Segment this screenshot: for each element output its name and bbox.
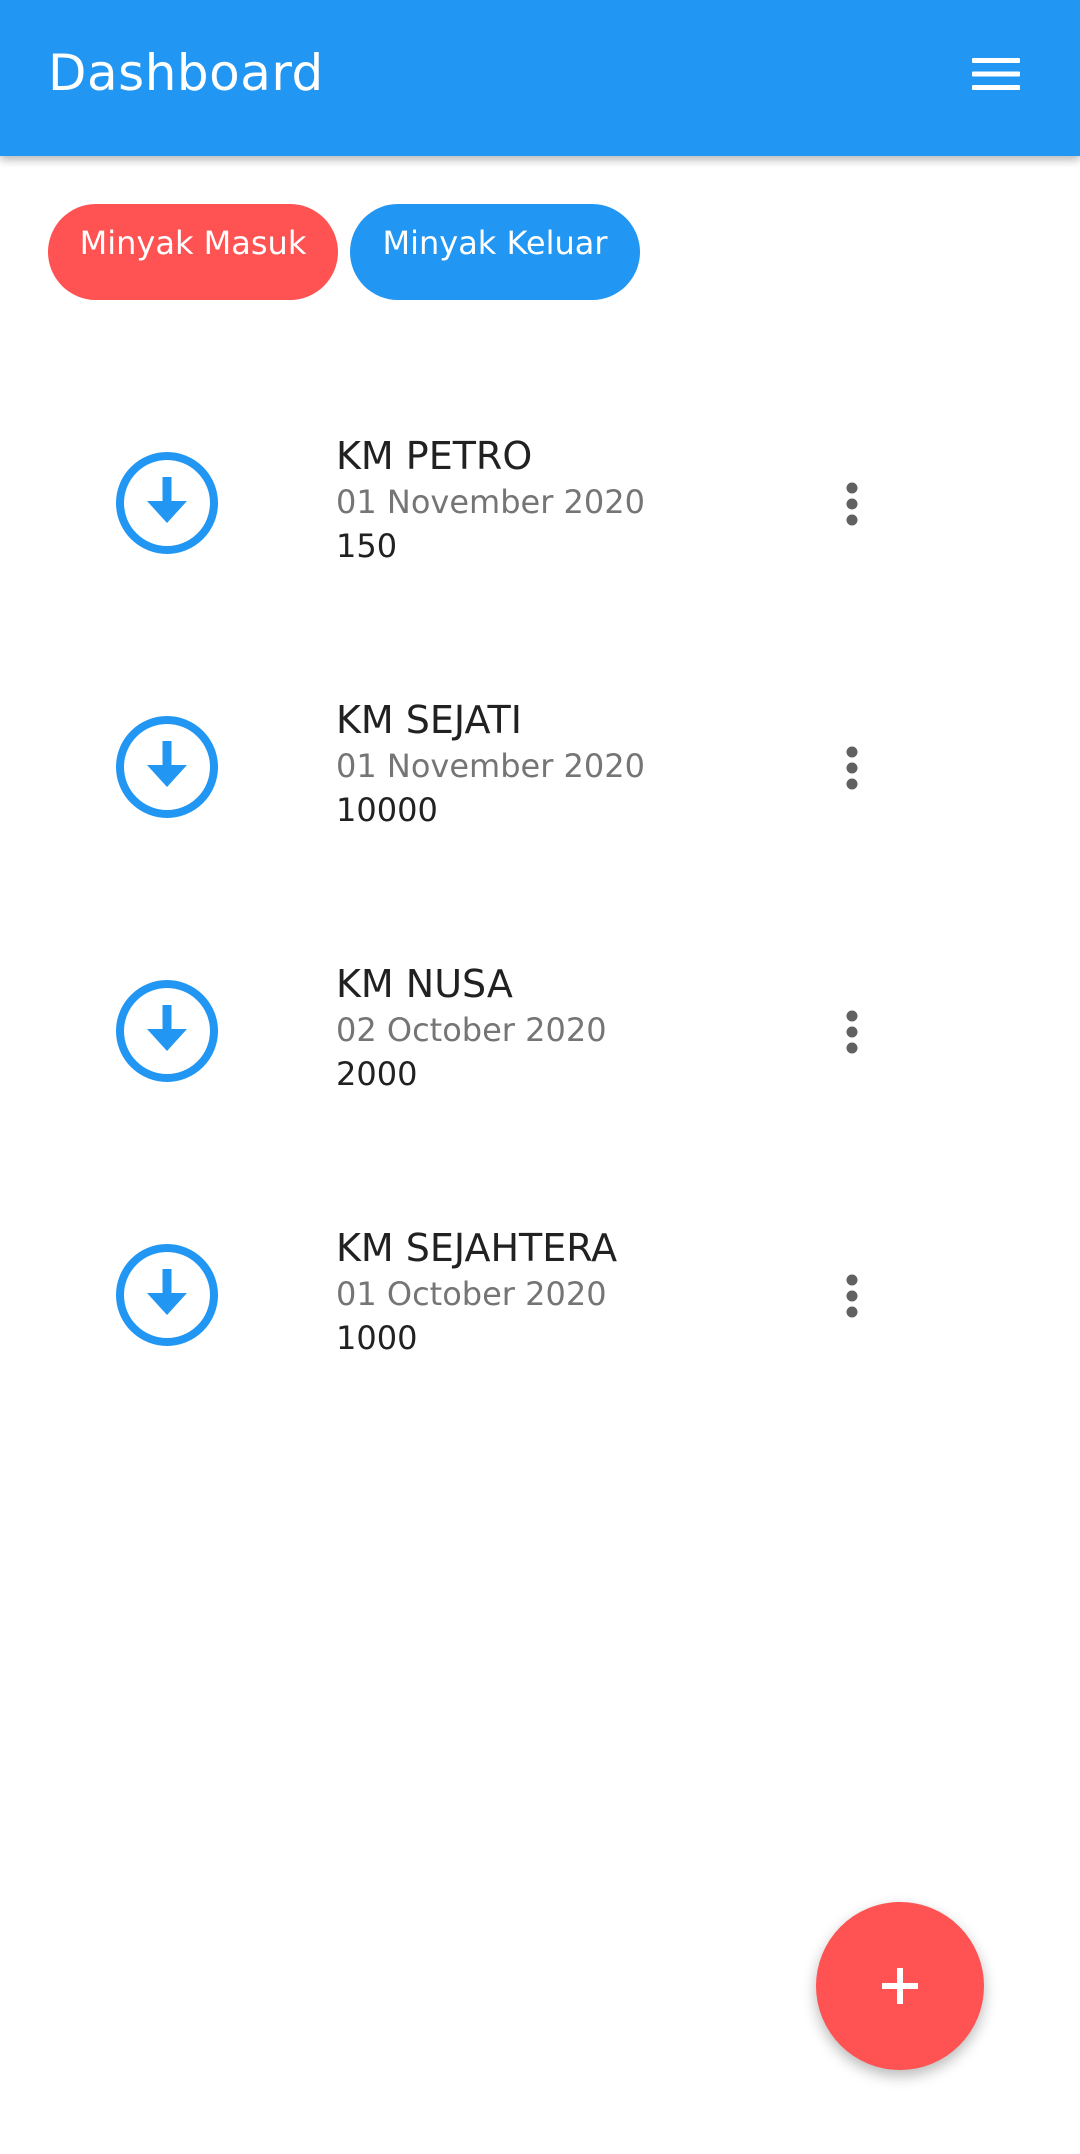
arrow-circle-down-icon: [116, 716, 218, 818]
list-item-text: KM PETRO 01 November 2020 150: [336, 432, 645, 568]
transaction-date: 01 November 2020: [336, 483, 645, 521]
more-options-button[interactable]: [822, 1256, 882, 1336]
more-vert-icon: [846, 746, 858, 790]
page-title: Dashboard: [48, 44, 324, 102]
vessel-name: KM PETRO: [336, 434, 533, 478]
transaction-date: 01 October 2020: [336, 1275, 607, 1313]
transaction-date: 02 October 2020: [336, 1011, 607, 1049]
list-item[interactable]: KM NUSA 02 October 2020 2000: [0, 928, 1080, 1128]
list-item-text: KM NUSA 02 October 2020 2000: [336, 960, 607, 1096]
app-bar: Dashboard: [0, 0, 1080, 156]
filter-tabs: Minyak Masuk Minyak Keluar: [48, 204, 640, 300]
transaction-amount: 10000: [336, 791, 438, 829]
list-item[interactable]: KM PETRO 01 November 2020 150: [0, 400, 1080, 600]
tab-minyak-masuk[interactable]: Minyak Masuk: [48, 204, 338, 300]
transaction-amount: 1000: [336, 1319, 418, 1357]
more-vert-icon: [846, 1010, 858, 1054]
plus-icon: [882, 1968, 918, 2004]
list-item[interactable]: KM SEJATI 01 November 2020 10000: [0, 664, 1080, 864]
add-button[interactable]: [816, 1902, 984, 2070]
list-item-text: KM SEJATI 01 November 2020 10000: [336, 696, 645, 832]
transaction-amount: 2000: [336, 1055, 418, 1093]
menu-button[interactable]: [964, 42, 1028, 106]
transaction-amount: 150: [336, 527, 398, 565]
vessel-name: KM NUSA: [336, 962, 513, 1006]
arrow-circle-down-icon: [116, 1244, 218, 1346]
transaction-date: 01 November 2020: [336, 747, 645, 785]
more-options-button[interactable]: [822, 992, 882, 1072]
more-vert-icon: [846, 1274, 858, 1318]
more-vert-icon: [846, 482, 858, 526]
more-options-button[interactable]: [822, 728, 882, 808]
list-item[interactable]: KM SEJAHTERA 01 October 2020 1000: [0, 1192, 1080, 1392]
tab-minyak-keluar[interactable]: Minyak Keluar: [350, 204, 640, 300]
more-options-button[interactable]: [822, 464, 882, 544]
vessel-name: KM SEJATI: [336, 698, 522, 742]
vessel-name: KM SEJAHTERA: [336, 1226, 618, 1270]
arrow-circle-down-icon: [116, 452, 218, 554]
list-item-text: KM SEJAHTERA 01 October 2020 1000: [336, 1224, 617, 1360]
arrow-circle-down-icon: [116, 980, 218, 1082]
menu-icon: [972, 58, 1020, 90]
